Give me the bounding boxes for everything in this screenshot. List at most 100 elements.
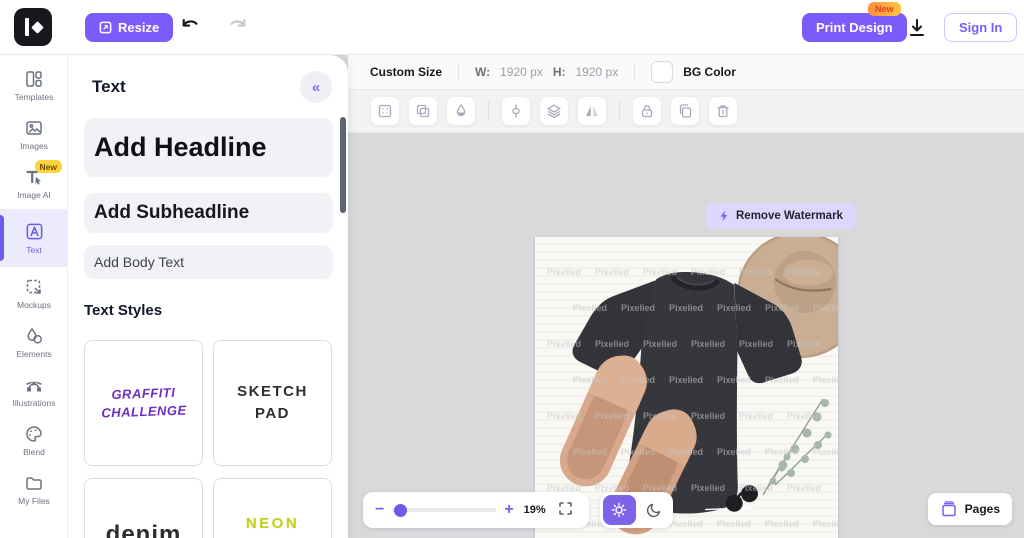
sidebar-item-my-files[interactable]: My Files [0, 466, 68, 512]
sidebar: Templates Images New Image AI Text Mocku… [0, 55, 68, 538]
width-value[interactable]: 1920 px [500, 65, 543, 79]
style-line: denim [105, 521, 182, 538]
dark-mode-button[interactable] [638, 495, 671, 525]
add-headline-label: Add Headline [94, 132, 267, 162]
zoom-out-button[interactable]: − [375, 502, 384, 518]
add-body-text-button[interactable]: Add Body Text [84, 245, 333, 279]
svg-text:Pixelied: Pixelied [739, 267, 773, 277]
sidebar-item-templates[interactable]: Templates [0, 62, 68, 108]
svg-text:Pixelied: Pixelied [547, 339, 581, 349]
redo-button[interactable] [224, 14, 250, 41]
delete-button[interactable] [708, 96, 738, 126]
canvas-area[interactable]: Remove Watermark Pixelied Pixelied Pixel… [348, 133, 1024, 538]
main-area: Custom Size W: 1920 px H: 1920 px BG Col… [348, 55, 1024, 538]
sidebar-label: My Files [18, 495, 50, 506]
tools-bar [348, 90, 1024, 133]
sidebar-item-blend[interactable]: Blend [0, 417, 68, 463]
sign-in-label: Sign In [959, 20, 1003, 35]
svg-text:Pixelied: Pixelied [573, 447, 607, 457]
svg-text:Pixelied: Pixelied [717, 375, 751, 385]
sign-in-button[interactable]: Sign In [944, 13, 1018, 42]
trash-icon [717, 105, 729, 118]
sidebar-item-illustrations[interactable]: Illustrations [0, 368, 68, 414]
download-button[interactable] [905, 15, 929, 44]
fullscreen-button[interactable] [556, 499, 575, 521]
svg-text:Pixelied: Pixelied [739, 483, 773, 493]
group-button[interactable] [408, 96, 438, 126]
sidebar-item-elements[interactable]: Elements [0, 319, 68, 365]
sidebar-label: Elements [16, 348, 52, 359]
bg-color-swatch[interactable] [651, 61, 674, 83]
collapse-panel-button[interactable]: « [300, 71, 332, 103]
image-ai-new-badge: New [34, 160, 62, 173]
svg-text:Pixelied: Pixelied [787, 339, 821, 349]
svg-text:Pixelied: Pixelied [621, 303, 655, 313]
height-label: H: [552, 65, 566, 79]
duplicate-button[interactable] [670, 96, 700, 126]
resize-button[interactable]: Resize [85, 13, 174, 42]
divider [488, 101, 489, 121]
add-headline-button[interactable]: Add Headline [84, 118, 333, 177]
sidebar-label: Text [26, 245, 42, 255]
sidebar-item-mockups[interactable]: Mockups [0, 270, 68, 316]
pages-label: Pages [964, 502, 1000, 516]
svg-text:Pixelied: Pixelied [573, 303, 607, 313]
svg-text:Pixelied: Pixelied [691, 411, 725, 421]
light-mode-button[interactable] [603, 495, 636, 525]
svg-text:Pixelied: Pixelied [787, 483, 821, 493]
undo-button[interactable] [178, 14, 204, 41]
zoom-percentage: 19% [523, 504, 546, 516]
text-styles-heading: Text Styles [84, 302, 163, 319]
remove-watermark-button[interactable]: Remove Watermark [706, 203, 855, 229]
svg-text:Pixelied: Pixelied [691, 339, 725, 349]
divider [458, 63, 460, 81]
text-style-sketch-pad[interactable]: SKETCH PAD [213, 340, 332, 466]
sidebar-item-image-ai[interactable]: New Image AI [0, 160, 68, 206]
svg-text:Pixelied: Pixelied [739, 339, 773, 349]
flip-button[interactable] [577, 96, 607, 126]
print-design-button[interactable]: Print Design [802, 13, 907, 42]
svg-text:Pixelied: Pixelied [643, 267, 677, 277]
svg-text:Pixelied: Pixelied [717, 303, 751, 313]
zoom-in-button[interactable]: + [504, 502, 513, 518]
panel-scrollbar[interactable] [340, 117, 346, 213]
remove-watermark-label: Remove Watermark [736, 210, 843, 222]
svg-text:Pixelied: Pixelied [739, 411, 773, 421]
svg-text:Pixelied: Pixelied [765, 303, 799, 313]
svg-text:Pixelied: Pixelied [691, 483, 725, 493]
sidebar-label: Blend [23, 446, 45, 457]
margin-button[interactable] [370, 96, 400, 126]
svg-text:Pixelied: Pixelied [765, 375, 799, 385]
position-button[interactable] [501, 96, 531, 126]
group-icon [416, 104, 430, 118]
svg-text:Pixelied: Pixelied [669, 375, 703, 385]
layers-button[interactable] [539, 96, 569, 126]
svg-text:Pixelied: Pixelied [813, 447, 838, 457]
sidebar-item-images[interactable]: Images [0, 111, 68, 157]
svg-text:Pixelied: Pixelied [691, 267, 725, 277]
opacity-icon [456, 103, 466, 117]
pages-button[interactable]: Pages [927, 493, 1012, 525]
lock-button[interactable] [632, 96, 662, 126]
print-design-new-badge: New [868, 2, 901, 16]
my-files-icon [26, 476, 42, 490]
text-style-denim[interactable]: denim [84, 478, 203, 538]
illustrations-icon [26, 381, 42, 391]
add-subheadline-button[interactable]: Add Subheadline [84, 193, 333, 233]
chevron-double-left-icon: « [311, 78, 321, 96]
text-style-graffiti-challenge[interactable]: GRAFFITI CHALLENGE [84, 340, 203, 466]
zoom-slider-knob[interactable] [394, 503, 408, 517]
margin-icon [378, 104, 392, 118]
opacity-button[interactable] [446, 96, 476, 126]
sidebar-item-text[interactable]: Text [0, 209, 68, 267]
height-value[interactable]: 1920 px [576, 65, 619, 79]
svg-text:Pixelied: Pixelied [547, 267, 581, 277]
text-style-neon-lights[interactable]: NEON LIGHTS [213, 478, 332, 538]
logo-diamond [30, 20, 44, 34]
panel-title: Text [92, 77, 126, 96]
add-subheadline-label: Add Subheadline [94, 202, 250, 223]
mockups-icon [26, 279, 41, 294]
duplicate-icon [679, 104, 692, 118]
zoom-slider[interactable] [392, 503, 497, 517]
pixelied-logo[interactable] [14, 8, 52, 46]
